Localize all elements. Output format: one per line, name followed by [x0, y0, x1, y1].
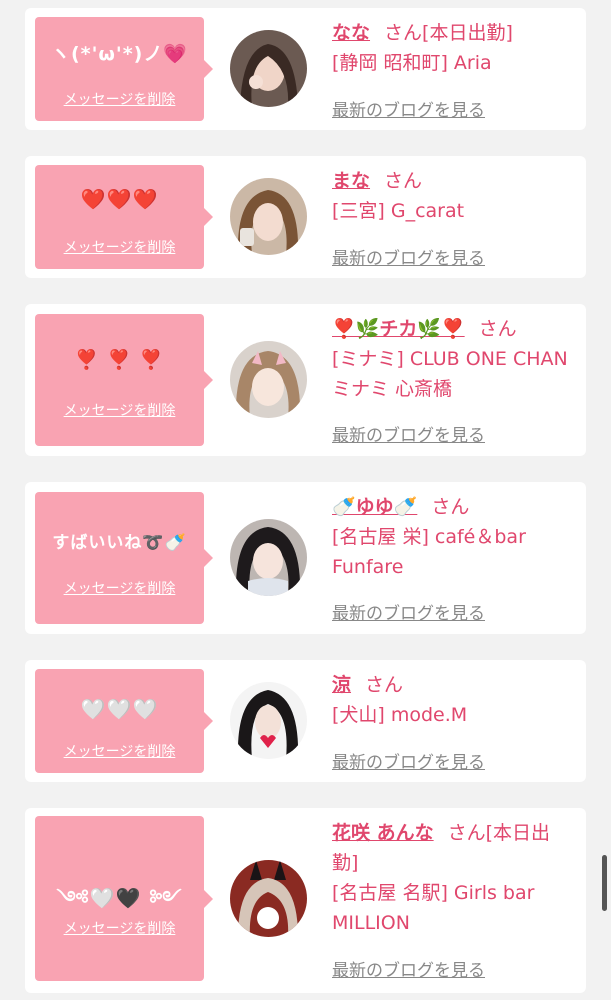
delete-message-link[interactable]: メッセージを削除 [35, 89, 204, 109]
shop-name: [ミナミ] CLUB ONE CHAN ミナミ 心斎橋 [332, 348, 568, 400]
delete-message-link[interactable]: メッセージを削除 [35, 741, 204, 761]
list-item: ❤️❤️❤️ メッセージを削除 まな さん [三宮] G_carat 最新のブログ… [25, 156, 586, 278]
girl-info: まな さん [三宮] G_carat [332, 166, 572, 226]
message-bubble: ヽ(*'ω'*)ノ💗 メッセージを削除 [35, 17, 213, 121]
message-bubble: ❣️ ❣️ ❣️ メッセージを削除 [35, 314, 213, 446]
girl-info: 涼さん [犬山] mode.M [332, 670, 572, 730]
latest-blog-link[interactable]: 最新のブログを見る [332, 244, 485, 269]
avatar[interactable] [230, 682, 307, 759]
list-item: ❣️ ❣️ ❣️ メッセージを削除 ❣️🌿チカ🌿❣️ さん [ミナミ] CLUB … [25, 304, 586, 456]
girl-info: なな さん[本日出勤] [静岡 昭和町] Aria [332, 18, 572, 78]
honorific: さん [431, 496, 470, 518]
girl-info: 🍼ゆゆ🍼 さん [名古屋 栄] café＆bar Funfare [332, 492, 572, 582]
list-item: ヽ(*'ω'*)ノ💗 メッセージを削除 なな さん[本日出勤] [静岡 昭和町] … [25, 8, 586, 130]
message-text: 🤍🤍🤍 [80, 697, 159, 721]
latest-blog-link[interactable]: 最新のブログを見る [332, 956, 485, 981]
message-bubble: ❤️❤️❤️ メッセージを削除 [35, 165, 213, 269]
avatar[interactable] [230, 341, 307, 418]
girl-name-link[interactable]: 涼 [332, 674, 351, 696]
message-text: すばいいね➰🍼 [52, 533, 187, 553]
latest-blog-link[interactable]: 最新のブログを見る [332, 421, 485, 446]
girl-name-link[interactable]: 🍼ゆゆ🍼 [332, 496, 417, 518]
girl-info: ❣️🌿チカ🌿❣️ さん [ミナミ] CLUB ONE CHAN ミナミ 心斎橋 [332, 314, 572, 404]
girl-name-link[interactable]: まな [332, 170, 370, 192]
delete-message-link[interactable]: メッセージを削除 [35, 918, 204, 938]
shop-name: [犬山] mode.M [332, 704, 468, 726]
message-bubble: 🤍🤍🤍 メッセージを削除 [35, 669, 213, 773]
delete-message-link[interactable]: メッセージを削除 [35, 578, 204, 598]
message-bubble: すばいいね➰🍼 メッセージを削除 [35, 492, 213, 624]
message-list: ヽ(*'ω'*)ノ💗 メッセージを削除 なな さん[本日出勤] [静岡 昭和町] … [0, 0, 611, 1000]
message-text: ヽ(*'ω'*)ノ💗 [50, 43, 189, 65]
latest-blog-link[interactable]: 最新のブログを見る [332, 96, 485, 121]
girl-name-link[interactable]: 花咲 あんな [332, 822, 434, 844]
girl-name-link[interactable]: ❣️🌿チカ🌿❣️ [332, 318, 465, 340]
message-text: ❣️ ❣️ ❣️ [74, 349, 165, 371]
latest-blog-link[interactable]: 最新のブログを見る [332, 599, 485, 624]
message-bubble: ༺🤍🖤 ༻ メッセージを削除 [35, 816, 213, 981]
status-badge: [本日出勤] [422, 22, 513, 44]
shop-name: [静岡 昭和町] Aria [332, 52, 492, 74]
honorific: さん [478, 318, 517, 340]
message-text: ❤️❤️❤️ [80, 187, 159, 211]
scrollbar[interactable] [602, 855, 607, 911]
honorific: さん [447, 822, 486, 844]
avatar[interactable] [230, 860, 307, 937]
avatar[interactable] [230, 30, 307, 107]
list-item: 🤍🤍🤍 メッセージを削除 涼さん [犬山] mode.M 最新のブログを見る [25, 660, 586, 782]
shop-name: [名古屋 栄] café＆bar Funfare [332, 526, 526, 578]
list-item: すばいいね➰🍼 メッセージを削除 🍼ゆゆ🍼 さん [名古屋 栄] café＆bar… [25, 482, 586, 634]
shop-name: [三宮] G_carat [332, 200, 465, 222]
avatar[interactable] [230, 519, 307, 596]
avatar[interactable] [230, 178, 307, 255]
shop-name: [名古屋 名駅] Girls bar MILLION [332, 882, 535, 934]
girl-info: 花咲 あんな さん[本日出勤] [名古屋 名駅] Girls bar MILLIO… [332, 818, 572, 938]
honorific: さん [384, 170, 423, 192]
delete-message-link[interactable]: メッセージを削除 [35, 237, 204, 257]
latest-blog-link[interactable]: 最新のブログを見る [332, 748, 485, 773]
honorific: さん [365, 674, 404, 696]
list-item: ༺🤍🖤 ༻ メッセージを削除 花咲 あんな さん[本日出勤] [名古屋 名駅] G… [25, 808, 586, 993]
honorific: さん [384, 22, 423, 44]
girl-name-link[interactable]: なな [332, 22, 370, 44]
delete-message-link[interactable]: メッセージを削除 [35, 400, 204, 420]
